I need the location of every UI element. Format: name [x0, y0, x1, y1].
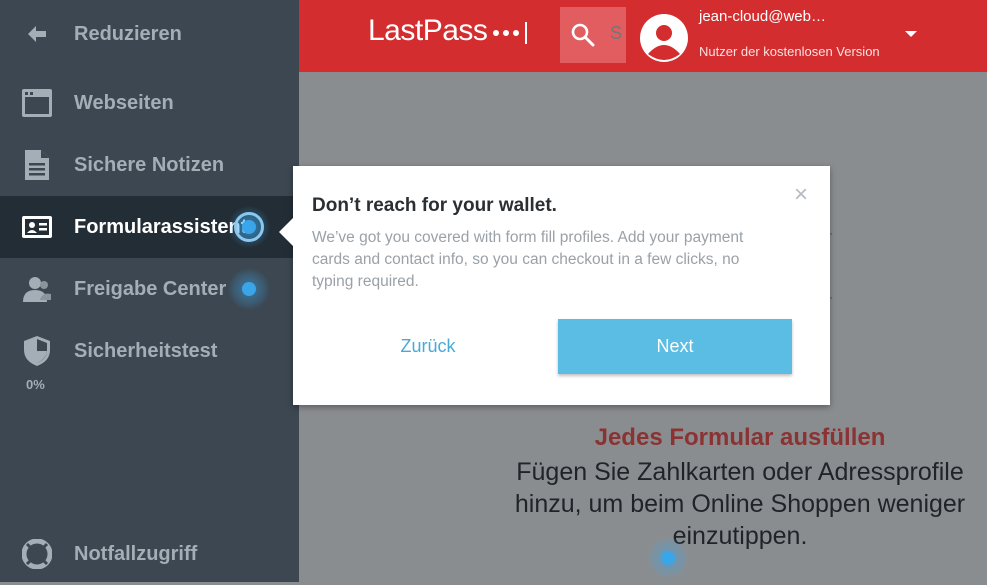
tooltip-body: We’ve got you covered with form fill pro… — [312, 229, 744, 290]
sidebar-item-security-challenge[interactable]: Sicherheitstest — [0, 320, 299, 382]
logo-dots — [493, 30, 520, 36]
avatar[interactable] — [640, 14, 688, 62]
sidebar-item-label: Webseiten — [74, 91, 174, 114]
chevron-down-icon[interactable] — [905, 31, 917, 37]
user-plan: Nutzer der kostenlosen Version — [699, 44, 880, 59]
sidebar-item-label: Freigabe Center — [74, 277, 227, 300]
sidebar-item-label: Reduzieren — [74, 22, 182, 45]
lifebuoy-icon — [22, 539, 52, 569]
sidebar-item-emergency-access[interactable]: Notfallzugriff — [0, 523, 299, 585]
search-input[interactable] — [610, 23, 624, 44]
shield-icon — [22, 336, 52, 366]
sidebar-item-websites[interactable]: Webseiten — [0, 72, 299, 134]
security-score: 0% — [26, 377, 45, 392]
active-hotspot[interactable] — [228, 206, 270, 248]
feature-description: Fügen Sie Zahlkarten oder Adressprofile … — [514, 458, 966, 550]
logo-text: LastPass — [368, 14, 488, 47]
users-icon — [22, 274, 52, 304]
onboarding-tooltip: Don’t reach for your wallet. × We’ve got… — [279, 166, 830, 405]
sidebar-item-label: Sichere Notizen — [74, 153, 225, 176]
sidebar-item-label: Sicherheitstest — [74, 339, 218, 362]
back-button[interactable]: Zurück — [362, 319, 494, 373]
lastpass-logo[interactable]: LastPass — [368, 14, 528, 48]
sidebar-item-collapse[interactable]: Reduzieren — [0, 3, 299, 65]
tour-hotspot[interactable] — [228, 268, 270, 310]
search-box[interactable] — [560, 7, 626, 63]
arrow-left-icon — [22, 19, 52, 49]
feature-title: Jedes Formular ausfüllen — [594, 424, 886, 451]
browser-window-icon — [22, 88, 52, 118]
sidebar-item-label: Formularassistent — [74, 215, 248, 238]
tour-hotspot[interactable] — [647, 537, 689, 579]
search-icon[interactable] — [571, 23, 595, 52]
user-email[interactable]: jean-cloud@web… — [699, 8, 829, 25]
sidebar-item-secure-notes[interactable]: Sichere Notizen — [0, 134, 299, 196]
close-icon[interactable]: × — [794, 183, 808, 207]
logo-bar — [525, 22, 528, 44]
sidebar-item-label: Notfallzugriff — [74, 542, 198, 565]
note-icon — [22, 150, 52, 180]
id-card-icon — [22, 212, 52, 242]
tooltip-title: Don’t reach for your wallet. — [312, 195, 557, 216]
next-button[interactable]: Next — [558, 319, 792, 374]
top-bar: LastPass jean-cloud@web… Nutzer der kost… — [299, 0, 987, 72]
